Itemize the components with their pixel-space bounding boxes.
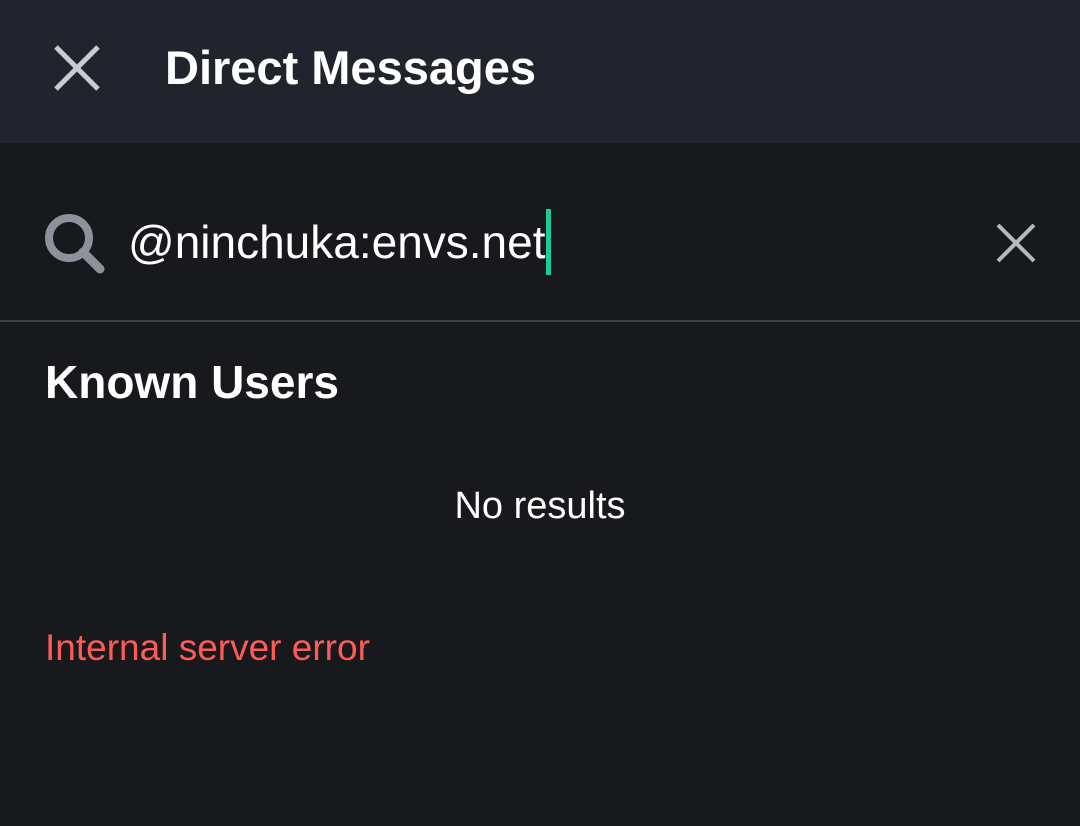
search-bar: @ninchuka:envs.net (0, 143, 1080, 320)
search-icon (45, 214, 105, 274)
page-title: Direct Messages (165, 41, 536, 94)
direct-messages-screen: Direct Messages @ninchuka:envs.net Known… (0, 0, 1080, 826)
clear-icon (996, 223, 1036, 263)
known-users-heading: Known Users (45, 356, 339, 408)
search-input[interactable]: @ninchuka:envs.net (128, 207, 551, 277)
no-results-text: No results (454, 485, 626, 527)
error-message: Internal server error (45, 627, 370, 668)
search-input-value: @ninchuka:envs.net (128, 216, 546, 268)
text-caret (545, 209, 551, 275)
top-app-bar: Direct Messages (0, 0, 1080, 143)
close-button[interactable] (36, 27, 118, 109)
close-icon (54, 45, 100, 91)
divider (0, 320, 1080, 322)
clear-search-button[interactable] (986, 213, 1046, 273)
